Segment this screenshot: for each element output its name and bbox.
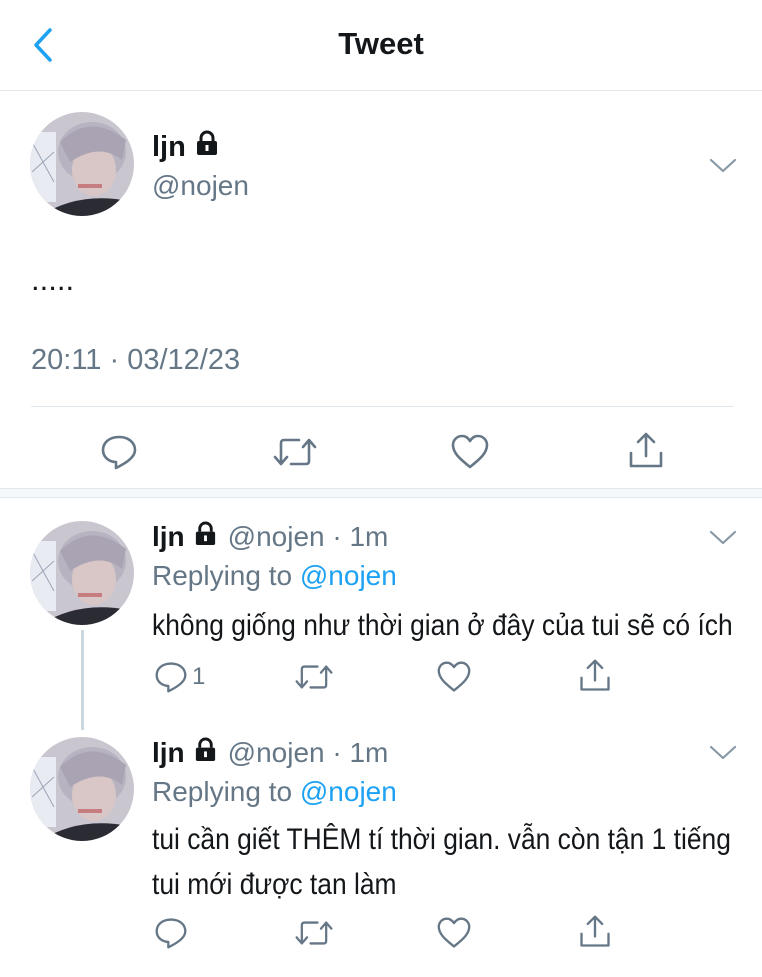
author-handle: @nojen — [152, 170, 249, 201]
chevron-down-icon — [709, 745, 737, 760]
thread-line — [81, 630, 84, 730]
author-name: ljn — [152, 737, 218, 769]
reply-icon — [101, 435, 137, 470]
reply-text-line: tui mới được tan làm — [152, 868, 397, 901]
share-icon — [580, 659, 610, 691]
reply-icon — [155, 918, 187, 949]
reply-button[interactable] — [100, 433, 138, 471]
reply-text-line: tui cần giết THÊM tí thời gian. vẫn còn … — [152, 823, 731, 856]
reply-text: không giống như thời gian ở đây của tui … — [152, 603, 733, 648]
author-name: ljn — [152, 130, 186, 163]
retweet-icon — [295, 665, 333, 689]
share-button[interactable] — [626, 431, 666, 471]
mention-link[interactable]: @nojen — [300, 776, 397, 807]
heart-icon — [437, 917, 471, 948]
mention-link[interactable]: @nojen — [300, 560, 397, 591]
avatar[interactable] — [30, 112, 134, 216]
more-options-button[interactable] — [708, 155, 738, 175]
reply-icon — [155, 662, 187, 693]
section-divider — [0, 488, 762, 498]
heart-icon — [437, 661, 471, 692]
page-title: Tweet — [338, 26, 424, 61]
chevron-down-icon — [709, 530, 737, 545]
divider — [31, 406, 734, 407]
reply-button[interactable]: 1 — [154, 660, 205, 694]
replying-to: Replying to @nojen — [152, 560, 397, 591]
share-icon — [629, 432, 663, 468]
lock-icon — [193, 737, 218, 769]
tweet-timestamp: 20:11 · 03/12/23 — [31, 344, 241, 376]
author-name: ljn — [152, 521, 218, 553]
lock-icon — [193, 521, 218, 553]
retweet-button[interactable] — [272, 433, 318, 471]
lock-icon — [194, 130, 220, 164]
handle-and-time: @nojen · 1m — [227, 737, 389, 768]
retweet-icon — [295, 921, 333, 945]
heart-icon — [451, 434, 489, 469]
top-bar: Tweet — [0, 0, 762, 91]
retweet-button[interactable] — [294, 660, 334, 694]
author-name-row: ljn — [152, 130, 220, 164]
handle-and-time: @nojen · 1m — [227, 521, 389, 552]
share-button[interactable] — [577, 914, 613, 950]
replying-to: Replying to @nojen — [152, 776, 397, 807]
chevron-down-icon — [709, 158, 737, 173]
share-icon — [580, 915, 610, 947]
retweet-icon — [273, 438, 317, 466]
retweet-button[interactable] — [294, 916, 334, 950]
more-options-button[interactable] — [708, 742, 738, 762]
like-button[interactable] — [436, 660, 472, 694]
like-button[interactable] — [436, 916, 472, 950]
reply-count: 1 — [192, 663, 206, 690]
reply-text: tui cần giết THÊM tí thời gian. vẫn còn … — [152, 817, 731, 907]
reply-button[interactable] — [154, 916, 188, 950]
avatar[interactable] — [30, 521, 134, 625]
reply-header: ljn @nojen · 1m — [152, 521, 388, 553]
tweet-text: ..... — [31, 262, 75, 297]
like-button[interactable] — [450, 433, 490, 471]
reply-text-line: không giống như thời gian ở đây của tui … — [152, 609, 733, 642]
more-options-button[interactable] — [708, 527, 738, 547]
avatar[interactable] — [30, 737, 134, 841]
share-button[interactable] — [577, 658, 613, 694]
reply-header: ljn @nojen · 1m — [152, 737, 388, 769]
